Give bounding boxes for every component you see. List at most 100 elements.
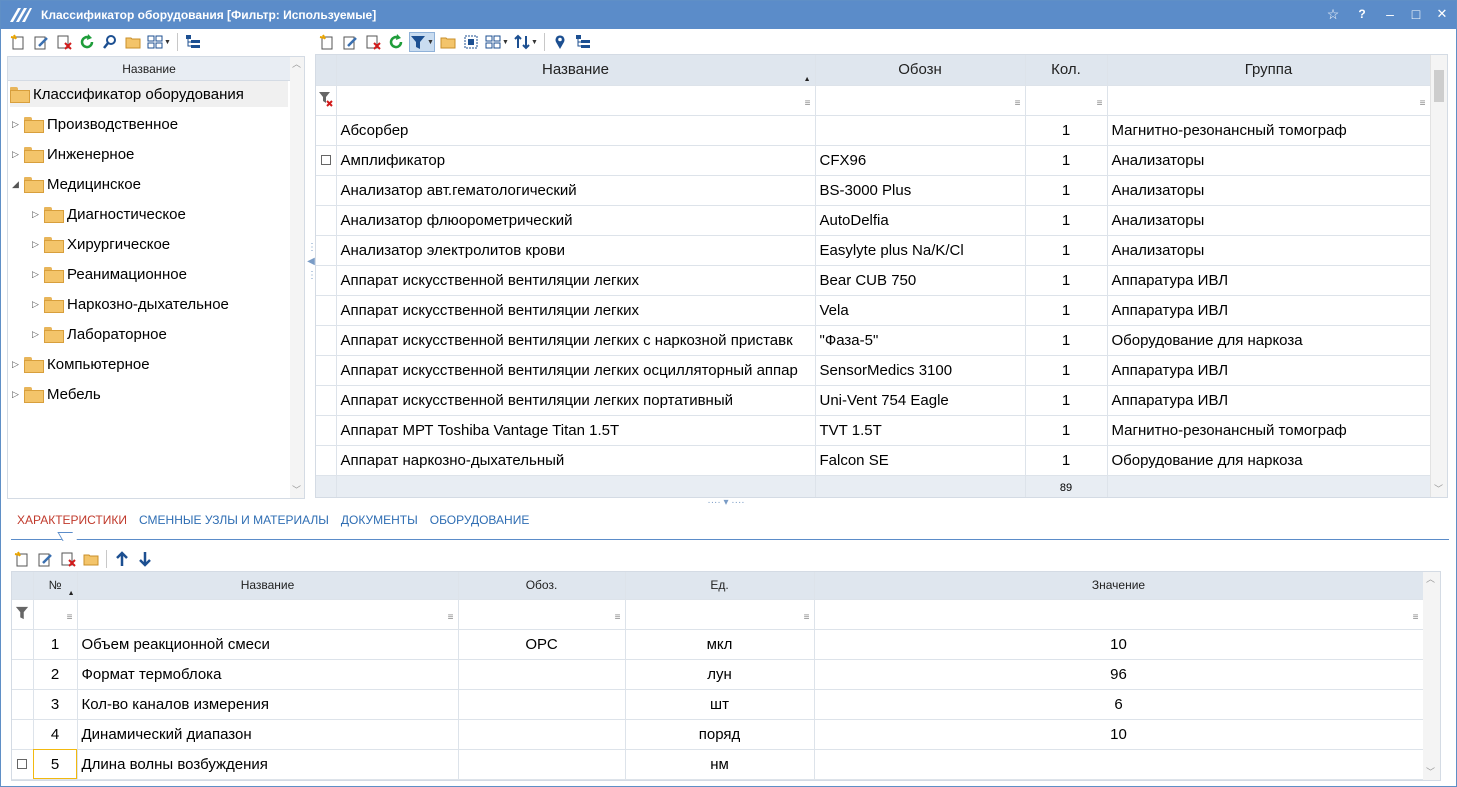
row-indicator[interactable] [316,115,337,146]
cell-qty[interactable]: 1 [1025,325,1108,356]
cell-name[interactable]: Амплификатор [336,145,816,176]
cell-value[interactable]: 10 [814,629,1424,660]
edit-icon[interactable] [340,32,360,52]
cell-qty[interactable]: 1 [1025,265,1108,296]
cell-num[interactable]: 3 [33,689,78,720]
cell-name[interactable]: Аппарат искусственной вентиляции легких … [336,385,816,416]
cell-value[interactable]: 96 [814,659,1424,690]
column-header-name[interactable]: Название [77,572,459,600]
row-indicator[interactable] [316,265,337,296]
maximize-button[interactable]: □ [1406,4,1426,24]
cell-group[interactable]: Аппаратура ИВЛ [1107,355,1431,386]
cell-name[interactable]: Аппарат искусственной вентиляции легких [336,265,816,296]
tree-node[interactable]: ◢ Медицинское [12,171,290,197]
expand-icon[interactable]: ▷ [32,299,44,310]
cell-name[interactable]: Объем реакционной смеси [77,629,459,660]
tree-node[interactable]: ▷ Мебель [12,381,290,407]
cell-group[interactable]: Анализаторы [1107,205,1431,236]
table-row[interactable]: 4 Динамический диапазон поряд 10 [12,719,1424,750]
collapse-icon[interactable]: ◢ [12,179,24,190]
move-up-icon[interactable] [112,549,132,569]
tree-node[interactable]: ▷ Хирургическое [32,231,290,257]
table-row[interactable]: Аппарат МРТ Toshiba Vantage Titan 1.5T TV… [316,415,1431,446]
cell-name[interactable]: Анализатор флюорометрический [336,205,816,236]
table-row[interactable]: Анализатор авт.гематологический BS-3000 P… [316,175,1431,206]
cell-code[interactable]: TVT 1.5T [815,415,1026,446]
view-grid-icon[interactable]: ▼ [146,32,172,52]
cell-qty[interactable]: 1 [1025,355,1108,386]
cell-code[interactable]: Easylyte plus Na/K/Cl [815,235,1026,266]
cell-code[interactable]: CFX96 [815,145,1026,176]
cell-group[interactable]: Аппаратура ИВЛ [1107,385,1431,416]
row-checkbox[interactable] [12,749,34,780]
row-checkbox[interactable] [316,145,337,176]
filter-cell-value[interactable]: ≡ [814,599,1424,630]
table-row[interactable]: Анализатор флюорометрический AutoDelfia 1 А… [316,205,1431,236]
delete-icon[interactable] [54,32,74,52]
refresh-icon[interactable] [77,32,97,52]
tree-node[interactable]: ▷ Наркозно-дыхательное [32,291,290,317]
cell-value[interactable]: 10 [814,719,1424,750]
tree-node[interactable]: ▷ Производственное [12,111,290,137]
cell-name[interactable]: Аппарат искусственной вентиляции легких [336,295,816,326]
filter-cell-qty[interactable]: ≡ [1025,85,1108,116]
cell-code[interactable]: "Фаза-5" [815,325,1026,356]
expand-icon[interactable]: ▷ [12,359,24,370]
table-row[interactable]: Абсорбер 1 Магнитно-резонансный томограф [316,115,1431,146]
horizontal-splitter[interactable]: ···· ▾ ···· [691,498,761,509]
cell-num[interactable]: 1 [33,629,78,660]
tab-replaceable-parts[interactable]: СМЕННЫЕ УЗЛЫ И МАТЕРИАЛЫ [133,510,335,540]
row-indicator[interactable] [12,689,34,720]
table-row[interactable]: Аппарат искусственной вентиляции легких V… [316,295,1431,326]
minimize-button[interactable]: – [1380,4,1400,24]
row-indicator[interactable] [316,295,337,326]
cell-qty[interactable]: 1 [1025,205,1108,236]
view-grid-icon[interactable]: ▼ [484,32,510,52]
tree-node[interactable]: ▷ Диагностическое [32,201,290,227]
cell-name[interactable]: Формат термоблока [77,659,459,690]
expand-icon[interactable]: ▷ [12,389,24,400]
table-row[interactable]: Аппарат искусственной вентиляции легких B… [316,265,1431,296]
cell-unit[interactable]: лун [625,659,815,690]
delete-icon[interactable] [58,549,78,569]
filter-cell-unit[interactable]: ≡ [625,599,815,630]
table-row[interactable]: Аппарат искусственной вентиляции легких … [316,385,1431,416]
tree-settings-icon[interactable] [183,32,203,52]
cell-qty[interactable]: 1 [1025,145,1108,176]
cell-name[interactable]: Динамический диапазон [77,719,459,750]
scrollbar-thumb[interactable] [1434,70,1444,102]
filter-icon[interactable] [12,599,34,630]
filter-cell-code[interactable]: ≡ [458,599,626,630]
tree-node[interactable]: ▷ Инженерное [12,141,290,167]
filter-cell-code[interactable]: ≡ [815,85,1026,116]
search-icon[interactable] [100,32,120,52]
cell-qty[interactable]: 1 [1025,115,1108,146]
expand-icon[interactable]: ▷ [32,209,44,220]
cell-code[interactable]: ОРС [458,629,626,660]
delete-icon[interactable] [363,32,383,52]
cell-name[interactable]: Абсорбер [336,115,816,146]
cell-name[interactable]: Аппарат искусственной вентиляции легких … [336,325,816,356]
table-row[interactable]: 3 Кол-во каналов измерения шт 6 [12,689,1424,720]
tree-settings-icon[interactable] [573,32,593,52]
row-indicator[interactable] [12,719,34,750]
cell-code[interactable] [458,749,626,780]
column-header-name[interactable]: Название ▲ [336,55,816,86]
move-down-icon[interactable] [135,549,155,569]
folder-icon[interactable] [123,32,143,52]
cell-code[interactable] [458,719,626,750]
cell-group[interactable]: Анализаторы [1107,235,1431,266]
cell-code[interactable]: AutoDelfia [815,205,1026,236]
expand-icon[interactable]: ▷ [32,269,44,280]
cell-qty[interactable]: 1 [1025,295,1108,326]
cell-name[interactable]: Кол-во каналов измерения [77,689,459,720]
row-indicator[interactable] [12,659,34,690]
expand-icon[interactable]: ▷ [32,239,44,250]
table-row[interactable]: 5 Длина волны возбуждения нм [12,749,1424,780]
cell-num[interactable]: 5 [33,749,78,780]
cell-group[interactable]: Магнитно-резонансный томограф [1107,115,1431,146]
tree-node[interactable]: ▷ Лабораторное [32,321,290,347]
refresh-icon[interactable] [386,32,406,52]
folder-icon[interactable] [81,549,101,569]
cell-code[interactable] [815,115,1026,146]
